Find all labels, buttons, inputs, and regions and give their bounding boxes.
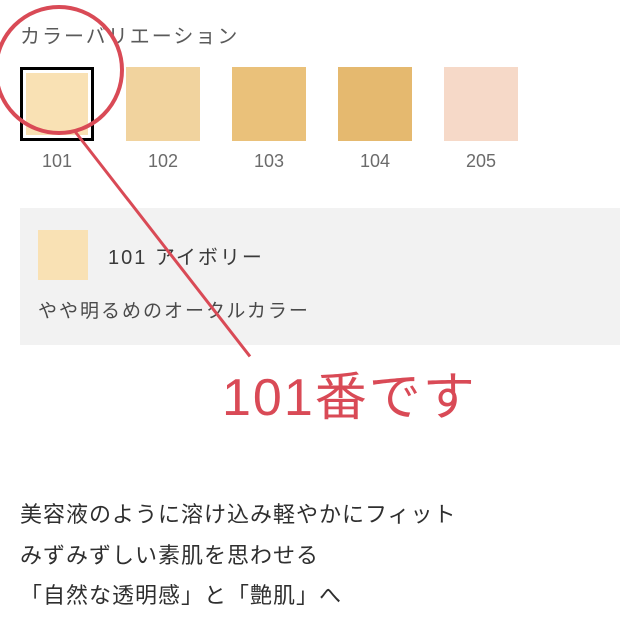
swatch-color bbox=[232, 67, 306, 141]
promo-line: みずみずしい素肌を思わせる bbox=[20, 536, 620, 577]
annotation-text: 101番です bbox=[222, 355, 477, 430]
swatch-label: 104 bbox=[360, 151, 390, 172]
swatch-label: 102 bbox=[148, 151, 178, 172]
detail-swatch bbox=[38, 230, 88, 280]
promo-line: 「自然な透明感」と「艶肌」へ bbox=[20, 576, 620, 617]
swatch-color bbox=[444, 67, 518, 141]
detail-top: 101 アイボリー bbox=[38, 230, 602, 280]
swatch-label: 205 bbox=[466, 151, 496, 172]
swatch-item-101[interactable]: 101 bbox=[20, 67, 94, 172]
swatch-color bbox=[20, 67, 94, 141]
swatch-item-205[interactable]: 205 bbox=[444, 67, 518, 172]
swatch-row: 101 102 103 104 205 bbox=[20, 67, 620, 172]
swatch-label: 103 bbox=[254, 151, 284, 172]
product-color-page: カラーバリエーション 101 102 103 104 205 101 アイボリー やや明… bbox=[0, 0, 640, 640]
section-title: カラーバリエーション bbox=[20, 20, 620, 49]
swatch-item-103[interactable]: 103 bbox=[232, 67, 306, 172]
detail-color-name: 101 アイボリー bbox=[108, 241, 264, 270]
detail-color-desc: やや明るめのオークルカラー bbox=[38, 296, 602, 323]
promo-line: 美容液のように溶け込み軽やかにフィット bbox=[20, 495, 620, 536]
swatch-color bbox=[126, 67, 200, 141]
selected-color-detail: 101 アイボリー やや明るめのオークルカラー bbox=[20, 208, 620, 345]
promo-copy: 美容液のように溶け込み軽やかにフィットみずみずしい素肌を思わせる「自然な透明感」… bbox=[20, 495, 620, 617]
swatch-label: 101 bbox=[42, 151, 72, 172]
swatch-item-104[interactable]: 104 bbox=[338, 67, 412, 172]
swatch-item-102[interactable]: 102 bbox=[126, 67, 200, 172]
swatch-color bbox=[338, 67, 412, 141]
